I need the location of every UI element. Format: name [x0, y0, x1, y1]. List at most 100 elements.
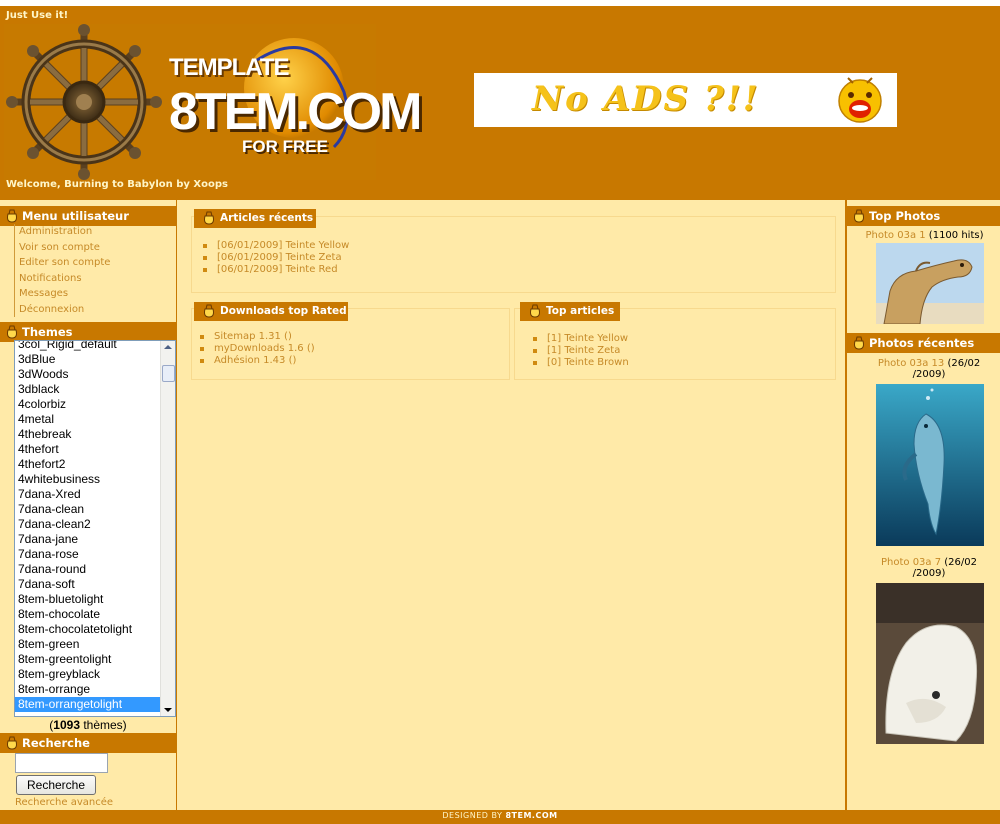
top-photo-link[interactable]: Photo 03a 1 — [866, 230, 926, 241]
list-item[interactable]: [1] Teinte Yellow — [531, 333, 629, 345]
logo-text-brand: 8TEM.COM — [169, 83, 422, 141]
list-item[interactable]: myDownloads 1.6 () — [198, 343, 315, 355]
theme-options: 3col_Rigid_default 3dBlue 3dWoods 3dblac… — [15, 341, 161, 712]
list-item[interactable]: Sitemap 1.31 () — [198, 331, 315, 343]
menu-item-logout[interactable]: Déconnexion — [15, 302, 176, 318]
theme-option[interactable]: 4thebreak — [15, 427, 161, 442]
theme-option[interactable]: 8tem-chocolatetolight — [15, 622, 161, 637]
recent-photo-2-thumbnail[interactable] — [876, 583, 984, 744]
list-item[interactable]: [06/01/2009] Teinte Red — [201, 264, 349, 276]
recent-photo-2-date-year: /2009) — [912, 568, 946, 579]
recent-articles-title-text: Articles récents — [220, 212, 314, 224]
top-photos-title-text: Top Photos — [869, 209, 941, 223]
money-bag-icon — [204, 304, 214, 318]
theme-option[interactable]: 7dana-rose — [15, 547, 161, 562]
theme-count: (1093 thèmes) — [0, 718, 176, 732]
logo-text-for-free: FOR FREE — [242, 137, 328, 156]
menu-item-notifications[interactable]: Notifications — [15, 271, 176, 287]
theme-option[interactable]: 4metal — [15, 412, 161, 427]
top-articles-list: [1] Teinte Yellow [1] Teinte Zeta [0] Te… — [531, 333, 629, 369]
camel-photo — [876, 243, 984, 324]
scroll-down-icon[interactable] — [164, 708, 172, 712]
themes-title: Themes — [0, 322, 176, 342]
recent-photo-2-link[interactable]: Photo 03a 7 — [881, 557, 941, 568]
polar-bear-photo — [876, 583, 984, 744]
search-title: Recherche — [0, 733, 176, 753]
site-footer: DESIGNED BY 8TEM.COM — [0, 810, 1000, 824]
theme-option[interactable]: 3col_Rigid_default — [15, 341, 161, 352]
scroll-up-icon[interactable] — [164, 345, 172, 349]
theme-option[interactable]: 4thefort — [15, 442, 161, 457]
footer-prefix: DESIGNED BY — [442, 811, 506, 820]
theme-option[interactable]: 8tem-greyblack — [15, 667, 161, 682]
theme-option[interactable]: 3dblack — [15, 382, 161, 397]
recent-photo-2-date: (26/02 — [941, 557, 977, 568]
menu-item-messages[interactable]: Messages — [15, 286, 176, 302]
shocked-face-icon — [838, 77, 882, 123]
theme-option[interactable]: 8tem-green — [15, 637, 161, 652]
welcome-text: Welcome, Burning to Babylon by Xoops — [6, 179, 228, 190]
user-menu: Administration Voir son compte Editer so… — [14, 224, 176, 317]
advanced-search-link[interactable]: Recherche avancée — [15, 797, 113, 808]
money-bag-icon — [7, 209, 17, 223]
money-bag-icon — [7, 325, 17, 339]
theme-count-suffix: thèmes) — [80, 718, 127, 732]
recent-photo-1-link[interactable]: Photo 03a 13 — [878, 358, 944, 369]
downloads-title-text: Downloads top Rated — [220, 305, 347, 317]
money-bag-icon — [530, 304, 540, 318]
menu-item-administration[interactable]: Administration — [15, 224, 176, 240]
theme-option[interactable]: 8tem-orrange — [15, 682, 161, 697]
themes-title-text: Themes — [22, 325, 73, 339]
menu-item-view-account[interactable]: Voir son compte — [15, 240, 176, 256]
theme-option-selected[interactable]: 8tem-orrangetolight — [15, 697, 161, 712]
banner-text: No ADS ?!! — [532, 79, 760, 119]
theme-option[interactable]: 4whitebusiness — [15, 472, 161, 487]
theme-option[interactable]: 8tem-bluetolight — [15, 592, 161, 607]
search-button[interactable]: Recherche — [16, 775, 96, 795]
top-photos-title: Top Photos — [847, 206, 1000, 226]
footer-brand[interactable]: 8TEM.COM — [505, 811, 557, 820]
recent-photos-title: Photos récentes — [847, 333, 1000, 353]
user-menu-title-text: Menu utilisateur — [22, 209, 129, 223]
list-item[interactable]: [06/01/2009] Teinte Zeta — [201, 252, 349, 264]
theme-option[interactable]: 7dana-clean2 — [15, 517, 161, 532]
dharma-wheel-icon — [6, 24, 162, 180]
recent-articles-title: Articles récents — [194, 209, 316, 228]
recent-photo-1-thumbnail[interactable] — [876, 384, 984, 546]
theme-option[interactable]: 7dana-round — [15, 562, 161, 577]
theme-option[interactable]: 7dana-Xred — [15, 487, 161, 502]
theme-option[interactable]: 3dBlue — [15, 352, 161, 367]
list-item[interactable]: [1] Teinte Zeta — [531, 345, 629, 357]
theme-option[interactable]: 3dWoods — [15, 367, 161, 382]
theme-option[interactable]: 8tem-greentolight — [15, 652, 161, 667]
theme-option[interactable]: 7dana-jane — [15, 532, 161, 547]
theme-option[interactable]: 7dana-soft — [15, 577, 161, 592]
top-photo-thumbnail[interactable] — [876, 243, 984, 324]
site-logo[interactable]: TEMPLATE 8TEM.COM FOR FREE — [4, 24, 422, 180]
list-item[interactable]: [0] Teinte Brown — [531, 357, 629, 369]
recent-photo-1-caption: Photo 03a 13 (26/02/2009) — [860, 358, 998, 380]
top-articles-title: Top articles — [520, 302, 620, 321]
scroll-thumb[interactable] — [162, 365, 175, 382]
theme-option[interactable]: 7dana-clean — [15, 502, 161, 517]
search-input[interactable] — [15, 753, 108, 773]
top-articles-title-text: Top articles — [546, 305, 615, 317]
theme-listbox[interactable]: 3col_Rigid_default 3dBlue 3dWoods 3dblac… — [14, 340, 176, 717]
money-bag-icon — [7, 736, 17, 750]
theme-option[interactable]: 8tem-chocolate — [15, 607, 161, 622]
theme-option[interactable]: 4colorbiz — [15, 397, 161, 412]
menu-item-edit-account[interactable]: Editer son compte — [15, 255, 176, 271]
header-banner[interactable]: No ADS ?!! — [474, 73, 897, 127]
recent-photo-1-date-year: /2009) — [912, 369, 946, 380]
list-item[interactable]: Adhésion 1.43 () — [198, 355, 315, 367]
money-bag-icon — [854, 209, 864, 223]
theme-scrollbar[interactable] — [160, 341, 175, 716]
top-photo-hits: (1100 hits) — [925, 230, 984, 241]
recent-photo-1-date: (26/02 — [944, 358, 981, 369]
top-photo-caption: Photo 03a 1 (1100 hits) — [849, 230, 1000, 241]
site-header: Just Use it! TEMPLATE 8TEM.COM FOR FREE … — [0, 6, 1000, 194]
list-item[interactable]: [06/01/2009] Teinte Yellow — [201, 240, 349, 252]
recent-articles-list: [06/01/2009] Teinte Yellow [06/01/2009] … — [201, 240, 349, 276]
user-menu-title: Menu utilisateur — [0, 206, 176, 226]
theme-option[interactable]: 4thefort2 — [15, 457, 161, 472]
